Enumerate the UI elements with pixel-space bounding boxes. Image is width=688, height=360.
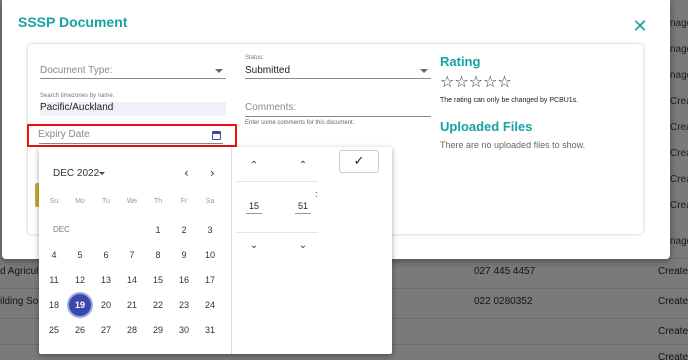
hour-up-arrow-icon[interactable]: ⌃ <box>246 160 262 174</box>
timezone-label: Search timezones by name. <box>40 93 115 99</box>
weekday-label: Sa <box>205 198 215 205</box>
calendar-day[interactable]: 29 <box>147 319 169 341</box>
time-separator: : <box>315 189 318 199</box>
comments-input[interactable] <box>245 116 431 117</box>
modal-title: SSSP Document <box>18 14 128 30</box>
timezone-value: Pacific/Auckland <box>40 102 114 113</box>
calendar-day[interactable]: 24 <box>199 294 221 316</box>
background-link: Create <box>670 148 688 159</box>
document-type-select[interactable] <box>40 78 226 79</box>
time-divider <box>236 181 318 182</box>
row-action[interactable]: Create s <box>658 296 688 307</box>
background-link: nage <box>670 44 688 55</box>
rating-title: Rating <box>440 54 481 69</box>
calendar-day[interactable]: 16 <box>173 269 195 291</box>
background-link: nage <box>670 236 688 247</box>
row-company: d Agricul <box>0 266 39 277</box>
weekday-label: We <box>126 198 138 205</box>
calendar-day[interactable]: 30 <box>173 319 195 341</box>
minute-up-arrow-icon[interactable]: ⌃ <box>295 160 311 174</box>
calendar-day[interactable]: 25 <box>43 319 65 341</box>
calendar-icon[interactable] <box>212 131 221 140</box>
calendar-day[interactable]: 18 <box>43 294 65 316</box>
calendar-day[interactable]: 31 <box>199 319 221 341</box>
calendar-day-selected[interactable]: 19 <box>69 294 91 316</box>
row-phone: 022 0280352 <box>474 296 533 307</box>
minute-down-arrow-icon[interactable]: ⌄ <box>295 240 311 254</box>
expiry-date-underline <box>39 143 223 144</box>
document-type-label: Document Type: <box>40 65 113 76</box>
calendar-day[interactable]: 4 <box>43 244 65 266</box>
month-year-selector[interactable]: DEC 2022 <box>53 168 99 179</box>
star-rating[interactable]: ☆☆☆☆☆ <box>440 72 512 91</box>
picker-divider <box>231 147 232 354</box>
chevron-down-icon <box>215 69 223 73</box>
close-icon[interactable]: ✕ <box>632 17 648 35</box>
calendar-day[interactable]: 17 <box>199 269 221 291</box>
calendar-day[interactable]: 7 <box>121 244 143 266</box>
chevron-down-icon <box>420 69 428 73</box>
weekday-label: Su <box>49 198 59 205</box>
row-action[interactable]: Create s <box>658 326 688 337</box>
datetime-picker: DEC 2022 ‹ › Su Mo Tu We Th Fr Sa DEC 12… <box>39 147 392 354</box>
time-divider <box>236 232 318 233</box>
weekday-label: Fr <box>180 198 188 205</box>
confirm-button[interactable]: ✓ <box>339 150 379 173</box>
background-link: nage <box>670 18 688 29</box>
calendar-day[interactable]: 10 <box>199 244 221 266</box>
calendar-day[interactable]: 22 <box>147 294 169 316</box>
background-link: Create <box>670 200 688 211</box>
weekday-label: Th <box>153 198 163 205</box>
calendar-day[interactable]: 1 <box>147 219 169 241</box>
calendar-day[interactable]: 3 <box>199 219 221 241</box>
chevron-down-icon <box>99 172 105 175</box>
calendar-day[interactable]: 11 <box>43 269 65 291</box>
background-link: Create <box>670 174 688 185</box>
hour-value[interactable]: 15 <box>246 201 262 214</box>
calendar-day[interactable]: 6 <box>95 244 117 266</box>
month-abbreviation: DEC <box>53 225 70 234</box>
calendar-day[interactable]: 15 <box>147 269 169 291</box>
calendar-day[interactable]: 20 <box>95 294 117 316</box>
uploaded-files-title: Uploaded Files <box>440 119 533 134</box>
expiry-date-label: Expiry Date <box>38 129 90 140</box>
background-link: Create <box>670 96 688 107</box>
weekday-label: Mo <box>75 198 85 205</box>
status-label: Status: <box>245 55 264 61</box>
rating-note: The rating can only be changed by PCBU1s… <box>440 97 579 104</box>
chevron-right-icon[interactable]: › <box>210 166 215 180</box>
row-company: ilding Sol <box>0 296 41 307</box>
background-link: nage <box>670 70 688 81</box>
calendar-day[interactable]: 13 <box>95 269 117 291</box>
calendar-day[interactable]: 5 <box>69 244 91 266</box>
comments-label: Comments: <box>245 102 297 113</box>
chevron-left-icon[interactable]: ‹ <box>184 166 189 180</box>
calendar-day[interactable]: 8 <box>147 244 169 266</box>
calendar-day[interactable]: 12 <box>69 269 91 291</box>
calendar-day[interactable]: 23 <box>173 294 195 316</box>
calendar-day[interactable]: 28 <box>121 319 143 341</box>
calendar-day[interactable]: 21 <box>121 294 143 316</box>
calendar-day[interactable]: 26 <box>69 319 91 341</box>
weekday-label: Tu <box>102 198 110 205</box>
calendar-day[interactable]: 14 <box>121 269 143 291</box>
row-action[interactable]: Create s <box>658 352 688 360</box>
row-phone: 027 445 4457 <box>474 266 536 277</box>
background-link: Create <box>670 122 688 133</box>
row-action[interactable]: Create s <box>658 266 688 277</box>
calendar-day[interactable]: 2 <box>173 219 195 241</box>
expiry-date-field[interactable]: Expiry Date <box>27 124 237 147</box>
comments-hint: Enter some comments for this document. <box>245 120 355 126</box>
hour-down-arrow-icon[interactable]: ⌄ <box>246 240 262 254</box>
status-select[interactable] <box>245 78 431 79</box>
uploaded-files-note: There are no uploaded files to show. <box>440 140 586 150</box>
minute-value[interactable]: 51 <box>295 201 311 214</box>
status-value: Submitted <box>245 65 291 76</box>
calendar-day[interactable]: 27 <box>95 319 117 341</box>
calendar-day[interactable]: 9 <box>173 244 195 266</box>
